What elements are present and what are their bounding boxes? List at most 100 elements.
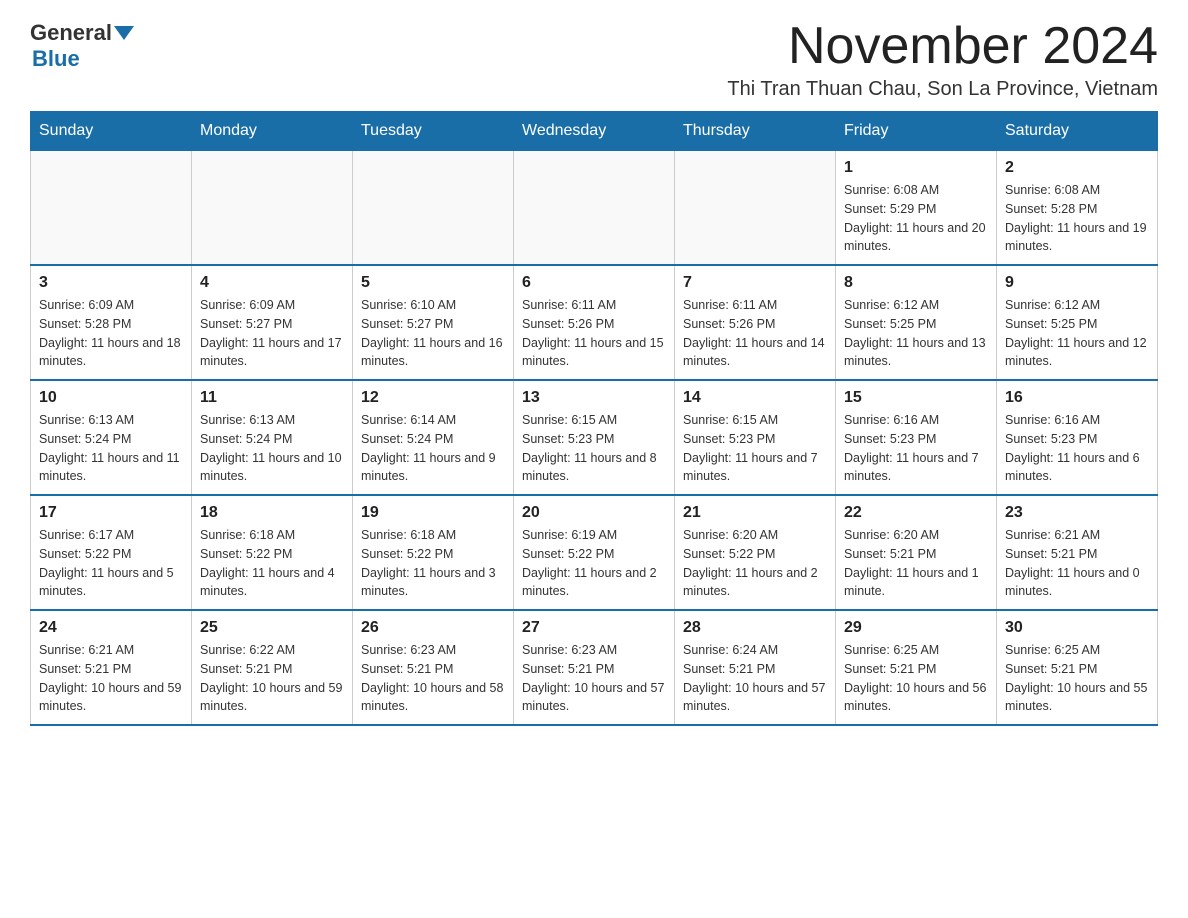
day-number: 21 <box>683 504 827 522</box>
calendar-cell: 16Sunrise: 6:16 AMSunset: 5:23 PMDayligh… <box>997 380 1158 495</box>
calendar-cell: 14 Sunrise: 6:15 AMSunset: 5:23 PMDayligh… <box>675 380 836 495</box>
calendar-cell: 18 Sunrise: 6:18 AMSunset: 5:22 PMDayligh… <box>192 495 353 610</box>
calendar-week-row: 1 Sunrise: 6:08 AMSunset: 5:29 PMDaylight… <box>31 151 1158 266</box>
calendar-header-row: SundayMondayTuesdayWednesdayThursdayFrid… <box>31 112 1158 151</box>
calendar-cell: 29 Sunrise: 6:25 AMSunset: 5:21 PMDayligh… <box>836 610 997 725</box>
day-info: Sunrise: 6:18 AMSunset: 5:22 PMDaylight:… <box>200 526 344 601</box>
calendar-cell: 8Sunrise: 6:12 AMSunset: 5:25 PMDaylight… <box>836 265 997 380</box>
logo: General Blue <box>30 20 136 72</box>
logo-arrow-icon <box>114 26 134 40</box>
day-info: Sunrise: 6:11 AMSunset: 5:26 PMDaylight:… <box>683 296 827 371</box>
day-info: Sunrise: 6:12 AMSunset: 5:25 PMDaylight:… <box>1005 296 1149 371</box>
day-info: Sunrise: 6:21 AMSunset: 5:21 PMDaylight:… <box>1005 526 1149 601</box>
day-info: Sunrise: 6:13 AMSunset: 5:24 PMDaylight:… <box>200 411 344 486</box>
calendar-cell: 5 Sunrise: 6:10 AMSunset: 5:27 PMDaylight… <box>353 265 514 380</box>
day-info: Sunrise: 6:11 AMSunset: 5:26 PMDaylight:… <box>522 296 666 371</box>
day-number: 11 <box>200 389 344 407</box>
day-number: 1 <box>844 159 988 177</box>
day-info: Sunrise: 6:18 AMSunset: 5:22 PMDaylight:… <box>361 526 505 601</box>
calendar-table: SundayMondayTuesdayWednesdayThursdayFrid… <box>30 111 1158 726</box>
day-number: 28 <box>683 619 827 637</box>
calendar-cell: 13Sunrise: 6:15 AMSunset: 5:23 PMDayligh… <box>514 380 675 495</box>
calendar-cell: 23 Sunrise: 6:21 AMSunset: 5:21 PMDayligh… <box>997 495 1158 610</box>
day-number: 9 <box>1005 274 1149 292</box>
calendar-cell: 21 Sunrise: 6:20 AMSunset: 5:22 PMDayligh… <box>675 495 836 610</box>
day-number: 23 <box>1005 504 1149 522</box>
day-number: 22 <box>844 504 988 522</box>
day-info: Sunrise: 6:16 AMSunset: 5:23 PMDaylight:… <box>844 411 988 486</box>
title-section: November 2024 Thi Tran Thuan Chau, Son L… <box>727 20 1158 101</box>
day-number: 29 <box>844 619 988 637</box>
day-number: 14 <box>683 389 827 407</box>
calendar-week-row: 24 Sunrise: 6:21 AMSunset: 5:21 PMDayligh… <box>31 610 1158 725</box>
location-title: Thi Tran Thuan Chau, Son La Province, Vi… <box>727 78 1158 101</box>
calendar-cell: 20 Sunrise: 6:19 AMSunset: 5:22 PMDayligh… <box>514 495 675 610</box>
day-number: 27 <box>522 619 666 637</box>
page-header: General Blue November 2024 Thi Tran Thua… <box>30 20 1158 101</box>
day-info: Sunrise: 6:19 AMSunset: 5:22 PMDaylight:… <box>522 526 666 601</box>
calendar-cell: 4 Sunrise: 6:09 AMSunset: 5:27 PMDaylight… <box>192 265 353 380</box>
logo-general-text: General <box>30 20 112 46</box>
calendar-cell: 27 Sunrise: 6:23 AMSunset: 5:21 PMDayligh… <box>514 610 675 725</box>
weekday-header-wednesday: Wednesday <box>514 112 675 151</box>
calendar-cell: 1 Sunrise: 6:08 AMSunset: 5:29 PMDaylight… <box>836 151 997 266</box>
weekday-header-monday: Monday <box>192 112 353 151</box>
day-number: 19 <box>361 504 505 522</box>
calendar-cell: 12 Sunrise: 6:14 AMSunset: 5:24 PMDayligh… <box>353 380 514 495</box>
calendar-cell <box>514 151 675 266</box>
day-info: Sunrise: 6:14 AMSunset: 5:24 PMDaylight:… <box>361 411 505 486</box>
logo-blue-text: Blue <box>32 46 80 71</box>
calendar-cell: 17 Sunrise: 6:17 AMSunset: 5:22 PMDayligh… <box>31 495 192 610</box>
calendar-cell: 15 Sunrise: 6:16 AMSunset: 5:23 PMDayligh… <box>836 380 997 495</box>
day-number: 13 <box>522 389 666 407</box>
weekday-header-thursday: Thursday <box>675 112 836 151</box>
day-info: Sunrise: 6:24 AMSunset: 5:21 PMDaylight:… <box>683 641 827 716</box>
day-number: 24 <box>39 619 183 637</box>
day-number: 10 <box>39 389 183 407</box>
calendar-cell: 28 Sunrise: 6:24 AMSunset: 5:21 PMDayligh… <box>675 610 836 725</box>
day-info: Sunrise: 6:10 AMSunset: 5:27 PMDaylight:… <box>361 296 505 371</box>
day-info: Sunrise: 6:23 AMSunset: 5:21 PMDaylight:… <box>522 641 666 716</box>
calendar-cell: 22Sunrise: 6:20 AMSunset: 5:21 PMDayligh… <box>836 495 997 610</box>
day-info: Sunrise: 6:20 AMSunset: 5:22 PMDaylight:… <box>683 526 827 601</box>
calendar-cell: 30 Sunrise: 6:25 AMSunset: 5:21 PMDayligh… <box>997 610 1158 725</box>
day-number: 4 <box>200 274 344 292</box>
day-number: 26 <box>361 619 505 637</box>
calendar-cell <box>675 151 836 266</box>
calendar-cell: 24 Sunrise: 6:21 AMSunset: 5:21 PMDayligh… <box>31 610 192 725</box>
day-info: Sunrise: 6:25 AMSunset: 5:21 PMDaylight:… <box>844 641 988 716</box>
calendar-cell: 6 Sunrise: 6:11 AMSunset: 5:26 PMDaylight… <box>514 265 675 380</box>
day-number: 6 <box>522 274 666 292</box>
weekday-header-sunday: Sunday <box>31 112 192 151</box>
day-info: Sunrise: 6:22 AMSunset: 5:21 PMDaylight:… <box>200 641 344 716</box>
calendar-cell: 19 Sunrise: 6:18 AMSunset: 5:22 PMDayligh… <box>353 495 514 610</box>
calendar-cell: 26Sunrise: 6:23 AMSunset: 5:21 PMDayligh… <box>353 610 514 725</box>
day-number: 18 <box>200 504 344 522</box>
day-number: 5 <box>361 274 505 292</box>
calendar-cell <box>353 151 514 266</box>
day-number: 30 <box>1005 619 1149 637</box>
day-number: 7 <box>683 274 827 292</box>
calendar-cell: 9 Sunrise: 6:12 AMSunset: 5:25 PMDaylight… <box>997 265 1158 380</box>
calendar-week-row: 10 Sunrise: 6:13 AMSunset: 5:24 PMDayligh… <box>31 380 1158 495</box>
day-number: 15 <box>844 389 988 407</box>
day-number: 17 <box>39 504 183 522</box>
day-info: Sunrise: 6:09 AMSunset: 5:27 PMDaylight:… <box>200 296 344 371</box>
day-number: 20 <box>522 504 666 522</box>
day-number: 12 <box>361 389 505 407</box>
calendar-cell: 25Sunrise: 6:22 AMSunset: 5:21 PMDayligh… <box>192 610 353 725</box>
day-info: Sunrise: 6:21 AMSunset: 5:21 PMDaylight:… <box>39 641 183 716</box>
day-info: Sunrise: 6:09 AMSunset: 5:28 PMDaylight:… <box>39 296 183 371</box>
day-info: Sunrise: 6:25 AMSunset: 5:21 PMDaylight:… <box>1005 641 1149 716</box>
calendar-cell: 11 Sunrise: 6:13 AMSunset: 5:24 PMDayligh… <box>192 380 353 495</box>
day-info: Sunrise: 6:15 AMSunset: 5:23 PMDaylight:… <box>683 411 827 486</box>
day-info: Sunrise: 6:08 AMSunset: 5:28 PMDaylight:… <box>1005 181 1149 256</box>
month-title: November 2024 <box>727 20 1158 72</box>
calendar-cell: 10Sunrise: 6:13 AMSunset: 5:24 PMDayligh… <box>31 380 192 495</box>
calendar-cell <box>31 151 192 266</box>
day-info: Sunrise: 6:08 AMSunset: 5:29 PMDaylight:… <box>844 181 988 256</box>
weekday-header-tuesday: Tuesday <box>353 112 514 151</box>
calendar-cell: 7 Sunrise: 6:11 AMSunset: 5:26 PMDaylight… <box>675 265 836 380</box>
day-info: Sunrise: 6:17 AMSunset: 5:22 PMDaylight:… <box>39 526 183 601</box>
calendar-cell <box>192 151 353 266</box>
